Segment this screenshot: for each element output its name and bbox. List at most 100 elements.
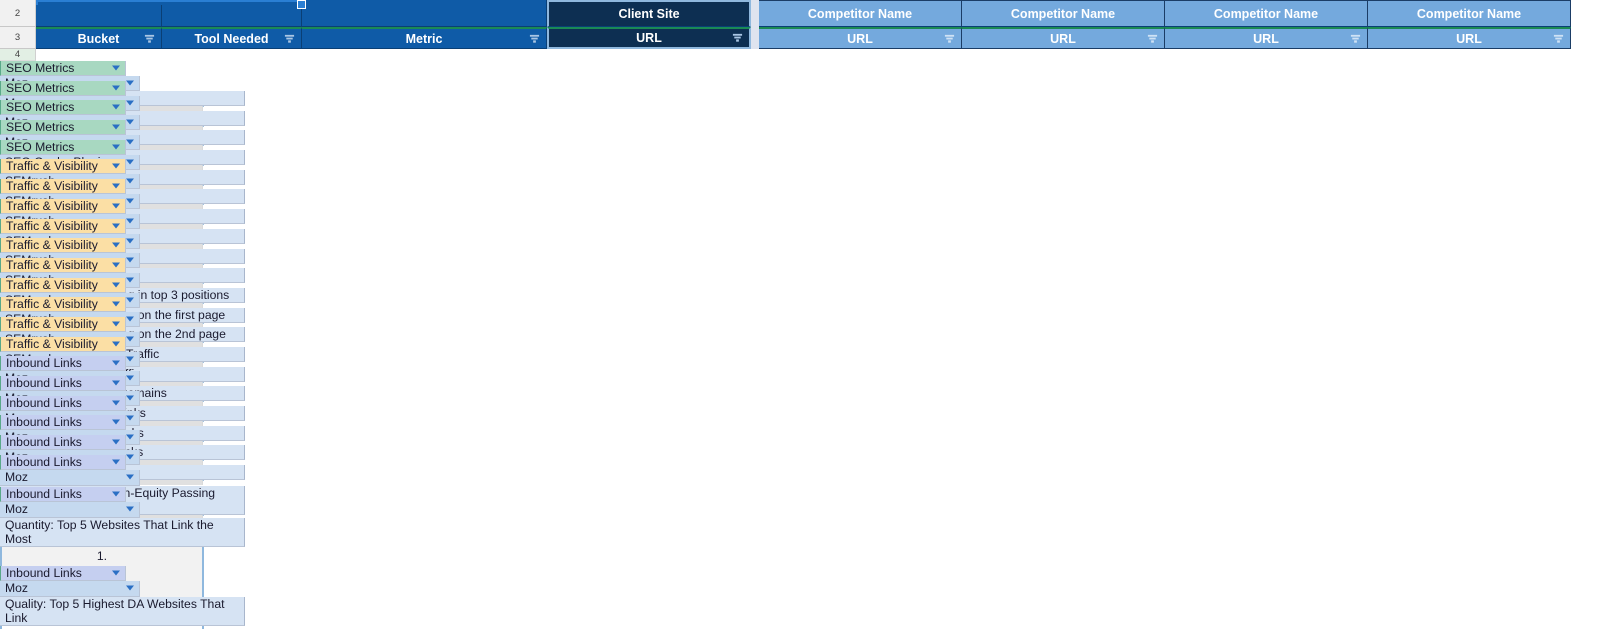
- chevron-down-icon[interactable]: [112, 360, 120, 366]
- chevron-down-icon[interactable]: [126, 178, 134, 184]
- chevron-down-icon[interactable]: [112, 242, 120, 248]
- filter-icon[interactable]: [284, 33, 295, 44]
- spreadsheet-grid[interactable]: 2 Client Site Competitor Name Competitor…: [0, 0, 1600, 629]
- cell-bucket[interactable]: Traffic & Visibility: [0, 277, 126, 293]
- cell-bucket[interactable]: SEO Metrics: [0, 80, 126, 96]
- chevron-down-icon[interactable]: [126, 198, 134, 204]
- column-header-competitor-2-url[interactable]: URL: [962, 27, 1165, 49]
- cell-bucket[interactable]: Inbound Links: [0, 486, 126, 503]
- cell-bucket[interactable]: Traffic & Visibility: [0, 238, 126, 254]
- chevron-down-icon[interactable]: [112, 183, 120, 189]
- chevron-down-icon[interactable]: [126, 297, 134, 303]
- column-header-tool-needed[interactable]: Tool Needed: [162, 27, 302, 49]
- chevron-down-icon[interactable]: [126, 336, 134, 342]
- chevron-down-icon[interactable]: [126, 434, 134, 440]
- chevron-down-icon[interactable]: [112, 321, 120, 327]
- chevron-down-icon[interactable]: [112, 491, 120, 497]
- chevron-down-icon[interactable]: [126, 80, 134, 86]
- table-row[interactable]: 5SEO MetricsMozMozRank: [0, 68, 1600, 131]
- chevron-down-icon[interactable]: [112, 341, 120, 347]
- chevron-down-icon[interactable]: [126, 474, 134, 480]
- chevron-down-icon[interactable]: [126, 375, 134, 381]
- chevron-down-icon[interactable]: [112, 124, 120, 130]
- chevron-down-icon[interactable]: [126, 139, 134, 145]
- chevron-down-icon[interactable]: [112, 144, 120, 150]
- chevron-down-icon[interactable]: [126, 316, 134, 322]
- chevron-down-icon[interactable]: [112, 85, 120, 91]
- cell-bucket-label: Traffic & Visibility: [6, 238, 98, 253]
- cell-bucket[interactable]: Inbound Links: [0, 395, 126, 411]
- column-header-competitor-4-url[interactable]: URL: [1368, 27, 1571, 49]
- filter-icon[interactable]: [1350, 33, 1361, 44]
- cell-tool-needed[interactable]: Moz: [0, 581, 140, 597]
- row-number-4[interactable]: 4: [0, 49, 36, 61]
- filter-icon[interactable]: [144, 33, 155, 44]
- cell-bucket[interactable]: Inbound Links: [0, 435, 126, 451]
- chevron-down-icon[interactable]: [126, 277, 134, 283]
- cell-bucket[interactable]: Inbound Links: [0, 356, 126, 372]
- chevron-down-icon[interactable]: [112, 400, 120, 406]
- filter-icon[interactable]: [732, 33, 743, 44]
- chevron-down-icon[interactable]: [112, 262, 120, 268]
- chevron-down-icon[interactable]: [126, 218, 134, 224]
- chevron-down-icon[interactable]: [112, 223, 120, 228]
- chevron-down-icon[interactable]: [126, 395, 134, 401]
- cell-bucket[interactable]: SEO Metrics: [0, 61, 126, 76]
- chevron-down-icon[interactable]: [126, 119, 134, 125]
- chevron-down-icon[interactable]: [112, 570, 120, 576]
- filter-icon[interactable]: [944, 33, 955, 44]
- column-header-competitor-1-url[interactable]: URL: [759, 27, 962, 49]
- row-number-3[interactable]: 3: [0, 27, 36, 49]
- chevron-down-icon[interactable]: [112, 203, 120, 209]
- row-number-2[interactable]: 2: [0, 0, 36, 27]
- cell-bucket[interactable]: Traffic & Visibility: [0, 198, 126, 214]
- cell-bucket[interactable]: Inbound Links: [0, 415, 126, 431]
- cell-bucket[interactable]: Inbound Links: [0, 376, 126, 391]
- chevron-down-icon[interactable]: [126, 238, 134, 243]
- cell-bucket[interactable]: Traffic & Visibility: [0, 336, 126, 352]
- selection-range-border: [36, 0, 303, 5]
- cell-bucket[interactable]: Traffic & Visibility: [0, 159, 126, 175]
- table-row[interactable]: 26Inbound LinksMozQuality: Top 5 Highest…: [0, 553, 1600, 629]
- chevron-down-icon[interactable]: [112, 104, 120, 110]
- filter-icon[interactable]: [1553, 33, 1564, 44]
- column-header-bucket[interactable]: Bucket: [36, 27, 162, 49]
- cell-bucket[interactable]: Traffic & Visibility: [0, 297, 126, 313]
- chevron-down-icon[interactable]: [126, 356, 134, 362]
- cell-bucket[interactable]: SEO Metrics: [0, 120, 126, 136]
- filter-icon[interactable]: [529, 33, 540, 44]
- cell-bucket[interactable]: SEO Metrics: [0, 100, 126, 116]
- cell-bucket[interactable]: Traffic & Visibility: [0, 316, 126, 332]
- filter-icon[interactable]: [1147, 33, 1158, 44]
- cell-bucket[interactable]: Inbound Links: [0, 454, 126, 471]
- cell-metric[interactable]: Quantity: Top 5 Websites That Link the M…: [0, 517, 245, 548]
- cell-tool-needed[interactable]: Moz: [0, 502, 140, 518]
- selection-handle[interactable]: [297, 0, 306, 9]
- chevron-down-icon[interactable]: [126, 506, 134, 512]
- chevron-down-icon[interactable]: [112, 282, 120, 288]
- column-header-client-url[interactable]: URL: [547, 27, 751, 49]
- chevron-down-icon[interactable]: [112, 380, 120, 386]
- chevron-down-icon[interactable]: [126, 415, 134, 421]
- chevron-down-icon[interactable]: [112, 419, 120, 425]
- chevron-down-icon[interactable]: [112, 301, 120, 307]
- cell-bucket[interactable]: Traffic & Visibility: [0, 257, 126, 273]
- cell-bucket[interactable]: SEO Metrics: [0, 139, 126, 155]
- table-row[interactable]: 4SEO MetricsMozDomain Authority: [0, 49, 1600, 111]
- chevron-down-icon[interactable]: [112, 163, 120, 169]
- column-header-competitor-3-url[interactable]: URL: [1165, 27, 1368, 49]
- cell-tool-needed[interactable]: Moz: [0, 470, 140, 486]
- chevron-down-icon[interactable]: [112, 65, 120, 71]
- cell-bucket[interactable]: Traffic & Visibility: [0, 179, 126, 195]
- chevron-down-icon[interactable]: [112, 459, 120, 465]
- cell-bucket[interactable]: Inbound Links: [0, 565, 126, 582]
- cell-bucket[interactable]: Traffic & Visibility: [0, 218, 126, 234]
- chevron-down-icon[interactable]: [126, 257, 134, 263]
- column-header-metric[interactable]: Metric: [302, 27, 547, 49]
- chevron-down-icon[interactable]: [126, 454, 134, 460]
- chevron-down-icon[interactable]: [126, 100, 134, 106]
- cell-metric[interactable]: Quality: Top 5 Highest DA Websites That …: [0, 596, 245, 627]
- chevron-down-icon[interactable]: [126, 585, 134, 591]
- chevron-down-icon[interactable]: [112, 439, 120, 445]
- chevron-down-icon[interactable]: [126, 159, 134, 165]
